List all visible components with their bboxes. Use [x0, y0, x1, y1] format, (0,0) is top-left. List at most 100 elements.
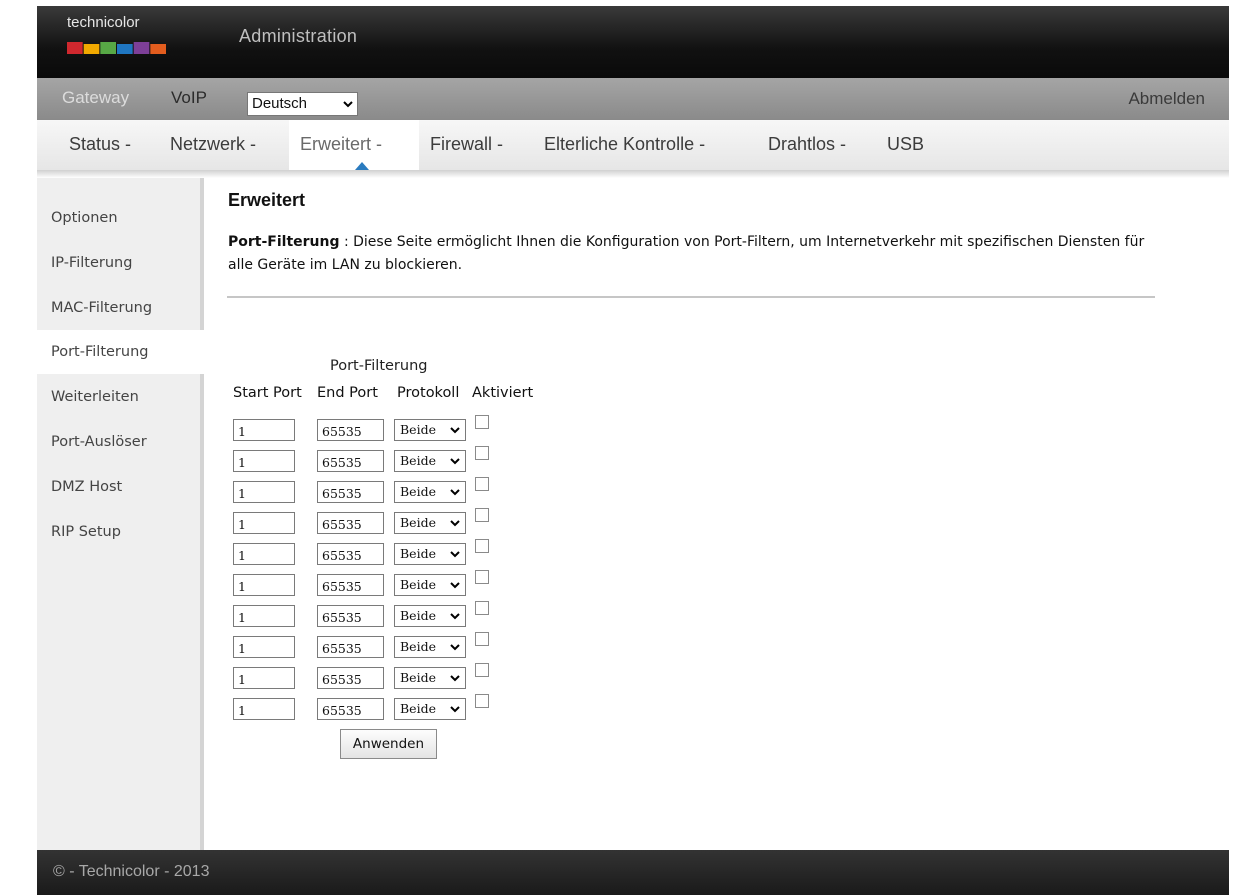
- chevron-down-icon: [343, 101, 353, 108]
- chevron-down-icon: [450, 427, 460, 434]
- sidebar-item-rip-setup[interactable]: RIP Setup: [37, 510, 200, 554]
- logo-text: technicolor: [67, 14, 140, 31]
- protocol-select[interactable]: Beide: [394, 512, 466, 534]
- enabled-checkbox[interactable]: [475, 694, 489, 708]
- chevron-down-icon: [450, 551, 460, 558]
- start-port-input[interactable]: 1: [233, 512, 295, 534]
- protocol-select[interactable]: Beide: [394, 636, 466, 658]
- chevron-down-icon: [450, 489, 460, 496]
- protocol-select[interactable]: Beide: [394, 450, 466, 472]
- start-port-input[interactable]: 1: [233, 543, 295, 565]
- chevron-down-icon: [450, 644, 460, 651]
- table-title: Port-Filterung: [330, 358, 428, 374]
- top-nav-bar: Gateway VoIP Deutsch Abmelden: [37, 78, 1229, 120]
- end-port-input[interactable]: 65535: [317, 667, 384, 689]
- tab-status[interactable]: Status -: [69, 134, 131, 155]
- end-port-input[interactable]: 65535: [317, 481, 384, 503]
- sidebar-item-port-filterung[interactable]: Port-Filterung: [37, 330, 204, 374]
- sidebar-item-weiterleiten[interactable]: Weiterleiten: [37, 375, 200, 419]
- protocol-select[interactable]: Beide: [394, 698, 466, 720]
- tab-firewall[interactable]: Firewall -: [430, 134, 503, 155]
- logo-color-bars-icon: [67, 42, 166, 54]
- start-port-input[interactable]: 1: [233, 419, 295, 441]
- end-port-input[interactable]: 65535: [317, 574, 384, 596]
- end-port-input[interactable]: 65535: [317, 636, 384, 658]
- enabled-checkbox[interactable]: [475, 508, 489, 522]
- protocol-value: Beide: [400, 484, 436, 499]
- protocol-value: Beide: [400, 453, 436, 468]
- chevron-down-icon: [450, 582, 460, 589]
- logout-link[interactable]: Abmelden: [1128, 89, 1205, 109]
- protocol-value: Beide: [400, 670, 436, 685]
- active-tab-caret-icon: [355, 162, 369, 170]
- sidebar-item-label: Port-Filterung: [51, 344, 149, 360]
- end-port-input[interactable]: 65535: [317, 698, 384, 720]
- enabled-checkbox[interactable]: [475, 477, 489, 491]
- start-port-input[interactable]: 1: [233, 574, 295, 596]
- enabled-checkbox[interactable]: [475, 415, 489, 429]
- start-port-input[interactable]: 1: [233, 605, 295, 627]
- end-port-input[interactable]: 65535: [317, 605, 384, 627]
- chevron-down-icon: [450, 520, 460, 527]
- enabled-checkbox[interactable]: [475, 632, 489, 646]
- column-header-aktiviert: Aktiviert: [472, 385, 534, 401]
- protocol-select[interactable]: Beide: [394, 543, 466, 565]
- nav-gateway[interactable]: Gateway: [62, 88, 129, 108]
- page-title: Erweitert: [228, 190, 306, 210]
- tab-drahtlos[interactable]: Drahtlos -: [768, 134, 846, 155]
- end-port-input[interactable]: 65535: [317, 450, 384, 472]
- divider: [227, 296, 1155, 298]
- nav-voip[interactable]: VoIP: [171, 88, 207, 108]
- protocol-value: Beide: [400, 577, 436, 592]
- technicolor-logo[interactable]: technicolor: [67, 14, 167, 64]
- start-port-input[interactable]: 1: [233, 481, 295, 503]
- tab-erweitert[interactable]: Erweitert -: [300, 134, 382, 155]
- chevron-down-icon: [450, 706, 460, 713]
- protocol-value: Beide: [400, 422, 436, 437]
- protocol-select[interactable]: Beide: [394, 667, 466, 689]
- sidebar-item-mac-filterung[interactable]: MAC-Filterung: [37, 286, 200, 330]
- end-port-input[interactable]: 65535: [317, 419, 384, 441]
- start-port-input[interactable]: 1: [233, 698, 295, 720]
- sidebar-item-port-ausloeser[interactable]: Port-Auslöser: [37, 420, 200, 464]
- chevron-down-icon: [450, 458, 460, 465]
- enabled-checkbox[interactable]: [475, 539, 489, 553]
- footer: © - Technicolor - 2013: [37, 850, 1229, 895]
- end-port-input[interactable]: 65535: [317, 543, 384, 565]
- start-port-input[interactable]: 1: [233, 636, 295, 658]
- chevron-down-icon: [450, 613, 460, 620]
- description-label: Port-Filterung: [228, 234, 340, 250]
- protocol-select[interactable]: Beide: [394, 574, 466, 596]
- protocol-value: Beide: [400, 515, 436, 530]
- enabled-checkbox[interactable]: [475, 601, 489, 615]
- column-header-start-port: Start Port: [233, 385, 302, 401]
- protocol-value: Beide: [400, 608, 436, 623]
- header-bar: technicolor Administration: [37, 6, 1229, 78]
- sidebar-item-optionen[interactable]: Optionen: [37, 196, 200, 240]
- description-separator: :: [339, 234, 354, 250]
- protocol-select[interactable]: Beide: [394, 605, 466, 627]
- apply-button[interactable]: Anwenden: [340, 729, 437, 759]
- copyright-text: © - Technicolor - 2013: [53, 863, 210, 880]
- chevron-down-icon: [450, 675, 460, 682]
- tabs-shadow: [37, 170, 1229, 178]
- tab-usb[interactable]: USB: [887, 134, 924, 155]
- sidebar-item-dmz-host[interactable]: DMZ Host: [37, 465, 200, 509]
- header-title: Administration: [239, 26, 358, 46]
- tab-netzwerk[interactable]: Netzwerk -: [170, 134, 256, 155]
- protocol-value: Beide: [400, 639, 436, 654]
- enabled-checkbox[interactable]: [475, 663, 489, 677]
- column-header-protokoll: Protokoll: [397, 385, 460, 401]
- description-text: Diese Seite ermöglicht Ihnen die Konfigu…: [228, 234, 1145, 273]
- start-port-input[interactable]: 1: [233, 450, 295, 472]
- protocol-value: Beide: [400, 701, 436, 716]
- protocol-select[interactable]: Beide: [394, 481, 466, 503]
- language-select[interactable]: Deutsch: [247, 92, 358, 116]
- sidebar-item-ip-filterung[interactable]: IP-Filterung: [37, 241, 200, 285]
- tab-elterliche-kontrolle[interactable]: Elterliche Kontrolle -: [544, 134, 705, 155]
- enabled-checkbox[interactable]: [475, 570, 489, 584]
- end-port-input[interactable]: 65535: [317, 512, 384, 534]
- start-port-input[interactable]: 1: [233, 667, 295, 689]
- protocol-select[interactable]: Beide: [394, 419, 466, 441]
- enabled-checkbox[interactable]: [475, 446, 489, 460]
